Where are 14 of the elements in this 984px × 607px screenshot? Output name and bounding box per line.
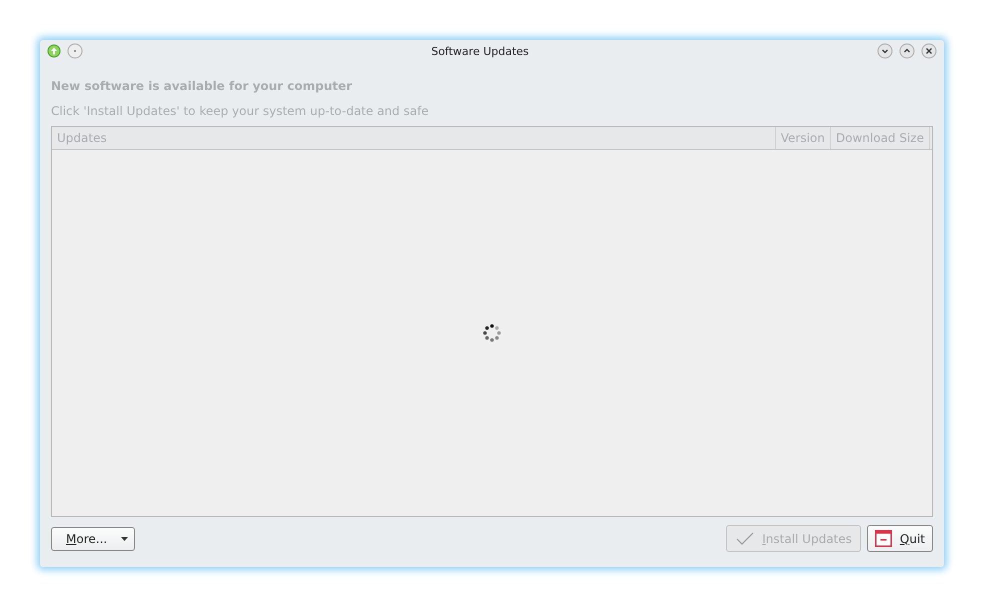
maximize-button[interactable] [899, 43, 915, 59]
caret-icon [121, 536, 128, 540]
column-header[interactable]: Download Size [830, 127, 930, 149]
column-header[interactable]: Updates [52, 127, 775, 149]
checkmark-icon [736, 532, 754, 546]
minimize-button[interactable] [877, 43, 893, 59]
window-title: Software Updates [430, 44, 530, 58]
subtitle: Click 'Install Updates' to keep your system up-to-date and safe [51, 104, 430, 118]
heading: New software is available for your computer [51, 79, 354, 93]
more-button[interactable]: More... [51, 526, 136, 550]
quit-button[interactable]: Quit [866, 525, 933, 552]
column-header[interactable]: Version [774, 127, 830, 149]
close-button[interactable] [921, 43, 937, 59]
window-close-icon [874, 530, 892, 547]
